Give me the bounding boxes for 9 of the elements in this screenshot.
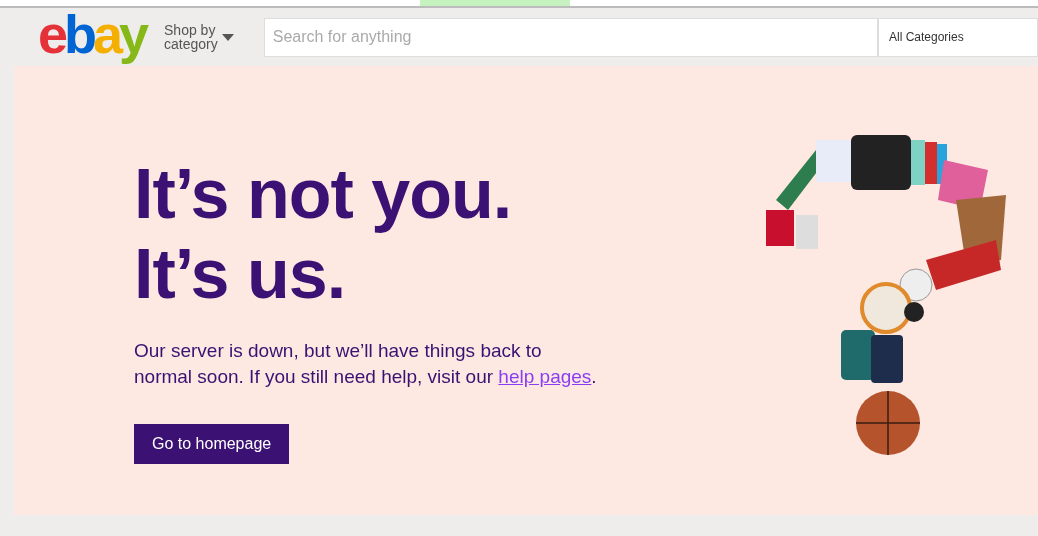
- category-dropdown[interactable]: All Categories: [878, 17, 1038, 57]
- go-to-homepage-button[interactable]: Go to homepage: [134, 424, 290, 464]
- caret-icon: [221, 33, 234, 41]
- error-message: Our server is down, but we’ll have things back to normal soon. If you still need help, visit our help pages.: [134, 339, 598, 389]
- headline: It’s not you.: [134, 154, 513, 234]
- search-field[interactable]: Search for anything: [263, 17, 878, 57]
- headline: It’s us.: [134, 234, 347, 314]
- help-pages-link[interactable]: help pages: [498, 366, 592, 387]
- shop-by-category-button[interactable]: Shop by category: [164, 23, 218, 51]
